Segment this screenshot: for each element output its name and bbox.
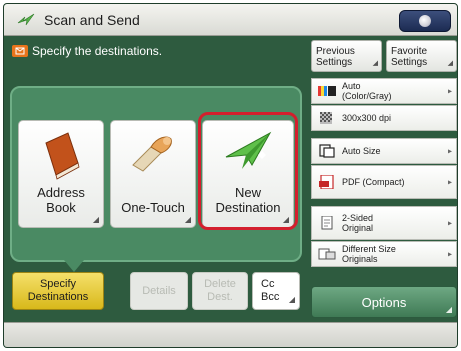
- arrow-right-icon: ▸: [447, 218, 452, 228]
- details-button[interactable]: Details: [130, 272, 188, 310]
- title-bar: Scan and Send: [4, 4, 457, 36]
- color-mode-label: Auto (Color/Gray): [342, 81, 392, 101]
- resolution-icon: [320, 112, 332, 124]
- more-indicator-icon: ◢: [184, 215, 191, 224]
- previous-settings-button[interactable]: Previous Settings ◢: [311, 40, 382, 72]
- different-size-label: Different Size Originals: [342, 244, 396, 264]
- options-label: Options: [361, 294, 407, 310]
- scan-send-icon: [17, 13, 35, 26]
- more-indicator-icon: ◢: [372, 60, 378, 67]
- scan-size-label: Auto Size: [342, 146, 381, 156]
- arrow-right-icon: ▸: [447, 86, 452, 96]
- cc-bcc-button[interactable]: Cc Bcc ◢: [252, 272, 300, 310]
- address-book-icon: [45, 132, 80, 180]
- delete-destination-button[interactable]: Delete Dest.: [192, 272, 248, 310]
- file-format-setting[interactable]: PDF (Compact) ▸: [311, 165, 457, 199]
- scan-and-send-screen: Scan and Send Specify the destinations. …: [3, 3, 458, 348]
- previous-settings-label: Previous Settings: [316, 46, 355, 68]
- instruction-banner: Specify the destinations.: [8, 40, 304, 62]
- file-format-label: PDF (Compact): [342, 177, 405, 187]
- one-touch-label: One-Touch: [121, 200, 185, 215]
- specify-destinations-button[interactable]: Specify Destinations: [12, 272, 104, 310]
- scan-size-icon: [319, 144, 335, 158]
- scan-size-setting[interactable]: Auto Size ▸: [311, 138, 457, 164]
- two-sided-label: 2-Sided Original: [342, 213, 374, 233]
- address-book-label: Address Book: [37, 185, 85, 215]
- more-indicator-icon: ◢: [92, 215, 99, 224]
- more-indicator-icon: ◢: [288, 295, 295, 304]
- arrow-right-icon: ▸: [447, 249, 452, 259]
- favorite-settings-label: Favorite Settings: [391, 46, 428, 68]
- two-sided-icon: [321, 216, 333, 230]
- color-mode-icon: [318, 86, 336, 96]
- destination-tabs: Specify Destinations Details Delete Dest…: [12, 272, 304, 312]
- favorite-settings-button[interactable]: Favorite Settings ◢: [386, 40, 457, 72]
- address-book-button[interactable]: Address Book ◢: [18, 120, 104, 228]
- highlight-frame: [198, 112, 298, 230]
- more-indicator-icon: ◢: [447, 60, 453, 67]
- status-monitor-button[interactable]: [399, 10, 451, 32]
- settings-panel: Previous Settings ◢ Favorite Settings ◢ …: [307, 36, 457, 322]
- destination-panel: Address Book ◢ One-Touch ◢ New Destinati…: [10, 86, 302, 272]
- resolution-setting[interactable]: 300x300 dpi: [311, 105, 457, 131]
- instruction-text: Specify the destinations.: [32, 44, 163, 58]
- settings-list: Auto (Color/Gray) ▸ 300x300 dpi Auto Siz…: [311, 78, 457, 268]
- settings-recall-buttons: Previous Settings ◢ Favorite Settings ◢: [311, 40, 457, 72]
- color-mode-setting[interactable]: Auto (Color/Gray) ▸: [311, 78, 457, 104]
- window-title: Scan and Send: [44, 12, 140, 28]
- one-touch-icon: [132, 136, 172, 172]
- arrow-right-icon: ▸: [447, 177, 452, 187]
- different-size-setting[interactable]: Different Size Originals ▸: [311, 241, 457, 267]
- cc-bcc-label: Cc Bcc: [261, 278, 280, 303]
- one-touch-button[interactable]: One-Touch ◢: [110, 120, 196, 228]
- destination-area: Specify the destinations. Address Book ◢: [4, 36, 307, 347]
- two-sided-setting[interactable]: 2-Sided Original ▸: [311, 206, 457, 240]
- arrow-right-icon: ▸: [447, 146, 452, 156]
- more-indicator-icon: ◢: [445, 305, 452, 314]
- different-size-icon: [318, 248, 336, 260]
- resolution-label: 300x300 dpi: [342, 113, 392, 123]
- status-monitor-icon: [419, 15, 431, 27]
- options-button[interactable]: Options ◢: [311, 286, 457, 318]
- status-bar: [4, 322, 457, 347]
- message-icon: [12, 45, 28, 57]
- pdf-icon: [319, 175, 334, 189]
